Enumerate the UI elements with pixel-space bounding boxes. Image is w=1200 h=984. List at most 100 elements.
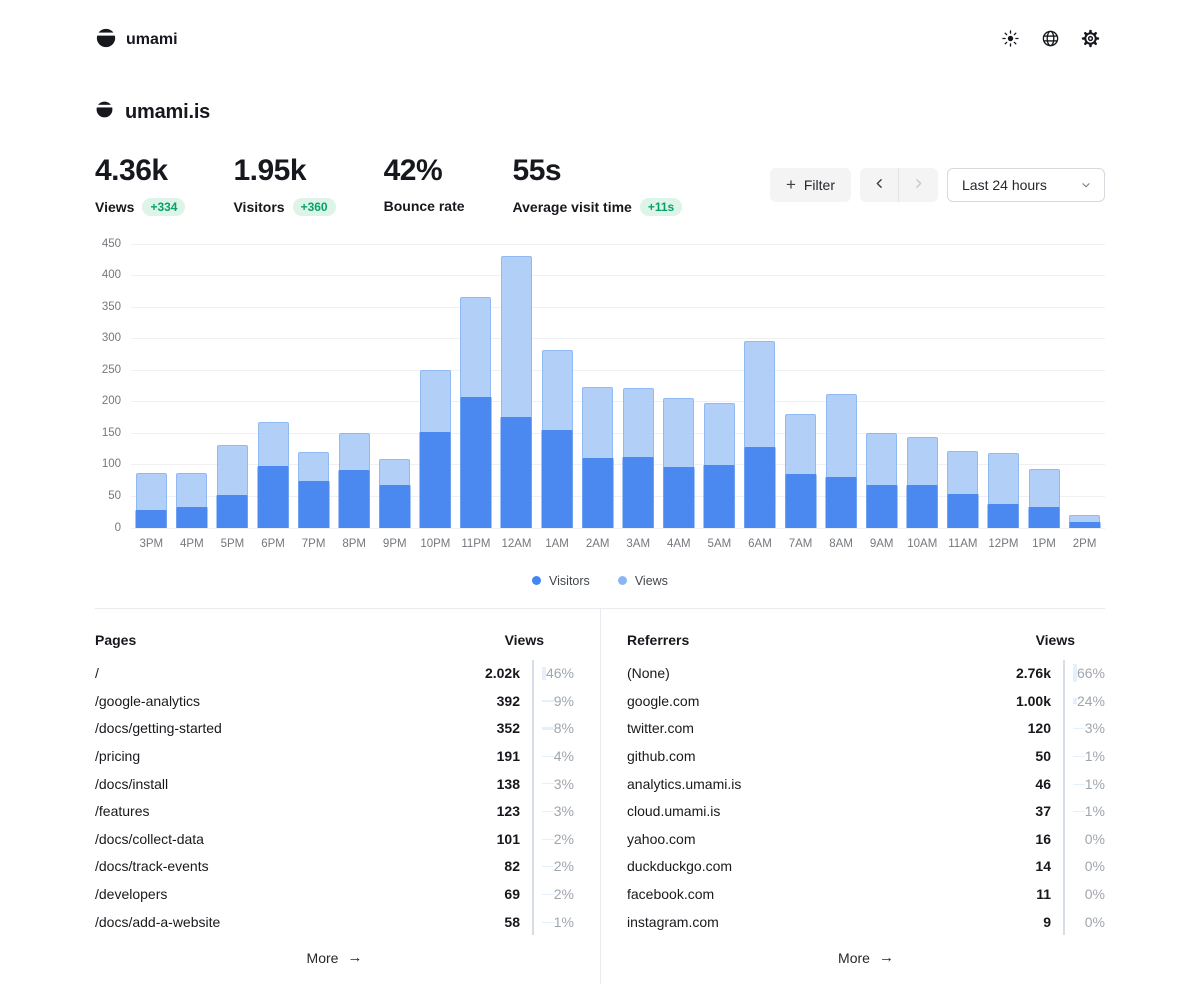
more-button[interactable]: More→ xyxy=(838,949,894,966)
language-button[interactable] xyxy=(1035,25,1065,55)
legend-item-visitors[interactable]: Visitors xyxy=(532,574,590,588)
metric-visitors: 1.95k Visitors +360 xyxy=(233,154,335,216)
row-name[interactable]: /google-analytics xyxy=(95,693,497,709)
row-value: 37 xyxy=(1035,803,1051,819)
table-row[interactable]: /docs/collect-data1012% xyxy=(95,825,574,853)
row-name[interactable]: twitter.com xyxy=(627,720,1028,736)
percent-fill-bar xyxy=(542,839,554,840)
row-percent: 2% xyxy=(532,825,574,853)
settings-button[interactable] xyxy=(1075,25,1105,55)
visitors-bar xyxy=(298,481,329,527)
table-row[interactable]: /2.02k46% xyxy=(95,660,574,688)
row-name[interactable]: /docs/collect-data xyxy=(95,831,497,847)
percent-label: 0% xyxy=(1085,886,1105,902)
row-name[interactable]: /docs/add-a-website xyxy=(95,914,504,930)
y-tick-label: 0 xyxy=(115,522,121,534)
site-title[interactable]: umami.is xyxy=(125,101,210,124)
row-name[interactable]: analytics.umami.is xyxy=(627,776,1035,792)
table-row[interactable]: /pricing191 4% xyxy=(95,742,574,770)
percent-label: 8% xyxy=(554,720,574,736)
row-value: 191 xyxy=(497,748,520,764)
bar-group-5pm xyxy=(212,244,253,528)
row-name[interactable]: github.com xyxy=(627,748,1035,764)
gridline xyxy=(131,528,1105,529)
x-tick-label: 4AM xyxy=(659,538,700,550)
x-tick-label: 7AM xyxy=(780,538,821,550)
bar-group-12pm xyxy=(983,244,1024,528)
theme-toggle-button[interactable] xyxy=(995,25,1025,55)
brand-logo-link[interactable]: umami xyxy=(95,27,178,54)
x-tick-label: 2AM xyxy=(577,538,618,550)
percent-label: 0% xyxy=(1085,858,1105,874)
x-tick-label: 8AM xyxy=(821,538,862,550)
row-percent: 1% xyxy=(1063,770,1105,798)
row-name[interactable]: / xyxy=(95,665,485,681)
more-row: More→ xyxy=(627,949,1105,966)
date-range-select[interactable]: Last 24 hours xyxy=(947,168,1105,202)
percent-label: 4% xyxy=(554,748,574,764)
bar-group-3am xyxy=(618,244,659,528)
table-row[interactable]: (None)2.76k66% xyxy=(627,660,1105,688)
legend-label: Views xyxy=(635,574,668,588)
brand-name: umami xyxy=(126,31,178,49)
y-tick-label: 400 xyxy=(102,269,121,281)
table-row[interactable]: /docs/getting-started3528% xyxy=(95,715,574,743)
row-name[interactable]: yahoo.com xyxy=(627,831,1035,847)
more-row: More→ xyxy=(95,949,574,966)
percent-fill-bar xyxy=(542,700,554,702)
row-name[interactable]: /docs/install xyxy=(95,776,497,792)
table-row[interactable]: /google-analytics3929% xyxy=(95,687,574,715)
row-name[interactable]: /developers xyxy=(95,886,504,902)
table-row[interactable]: instagram.com90% xyxy=(627,908,1105,936)
row-name[interactable]: /docs/getting-started xyxy=(95,720,497,736)
next-period-button[interactable] xyxy=(899,168,938,202)
legend-item-views[interactable]: Views xyxy=(618,574,668,588)
table-row[interactable]: twitter.com1203% xyxy=(627,715,1105,743)
row-name[interactable]: /features xyxy=(95,803,497,819)
x-tick-label: 3AM xyxy=(618,538,659,550)
table-row[interactable]: github.com501% xyxy=(627,742,1105,770)
row-name[interactable]: (None) xyxy=(627,665,1016,681)
topbar-actions xyxy=(995,25,1105,55)
site-header: umami.is xyxy=(95,100,1105,124)
row-name[interactable]: duckduckgo.com xyxy=(627,858,1035,874)
table-row[interactable]: /features1233% xyxy=(95,797,574,825)
bar-group-6am xyxy=(740,244,781,528)
row-name[interactable]: cloud.umami.is xyxy=(627,803,1035,819)
filter-button[interactable]: + Filter xyxy=(770,168,851,202)
bar-group-8pm xyxy=(334,244,375,528)
row-name[interactable]: /docs/track-events xyxy=(95,858,504,874)
chevron-right-icon xyxy=(912,177,925,193)
table-row[interactable]: duckduckgo.com140% xyxy=(627,853,1105,881)
x-tick-label: 2PM xyxy=(1064,538,1105,550)
x-tick-label: 10PM xyxy=(415,538,456,550)
table-row[interactable]: google.com1.00k24% xyxy=(627,687,1105,715)
row-name[interactable]: facebook.com xyxy=(627,886,1036,902)
x-tick-label: 3PM xyxy=(131,538,172,550)
row-name[interactable]: instagram.com xyxy=(627,914,1043,930)
percent-fill-bar xyxy=(542,866,554,867)
table-row[interactable]: /docs/add-a-website581% xyxy=(95,908,574,936)
row-name[interactable]: /pricing xyxy=(95,748,497,764)
table-row[interactable]: /docs/track-events822% xyxy=(95,853,574,881)
visitors-bar xyxy=(988,504,1019,528)
table-row[interactable]: /developers692% xyxy=(95,880,574,908)
row-percent: 46% xyxy=(532,660,574,688)
table-row[interactable]: facebook.com110% xyxy=(627,880,1105,908)
table-row[interactable]: yahoo.com160% xyxy=(627,825,1105,853)
prev-period-button[interactable] xyxy=(860,168,899,202)
table-title: Referrers xyxy=(627,632,689,648)
row-value: 9 xyxy=(1043,914,1051,930)
table-row[interactable]: /docs/install1383% xyxy=(95,770,574,798)
more-button[interactable]: More→ xyxy=(307,949,363,966)
visitors-bar xyxy=(379,485,410,528)
visitors-bar xyxy=(136,510,167,527)
arrow-right-icon: → xyxy=(347,949,362,966)
table-row[interactable]: analytics.umami.is461% xyxy=(627,770,1105,798)
visitors-bar xyxy=(258,466,289,528)
legend-dot-icon xyxy=(618,576,627,585)
row-percent: 3% xyxy=(532,770,574,798)
table-row[interactable]: cloud.umami.is371% xyxy=(627,797,1105,825)
row-name[interactable]: google.com xyxy=(627,693,1016,709)
row-percent: 3% xyxy=(532,797,574,825)
